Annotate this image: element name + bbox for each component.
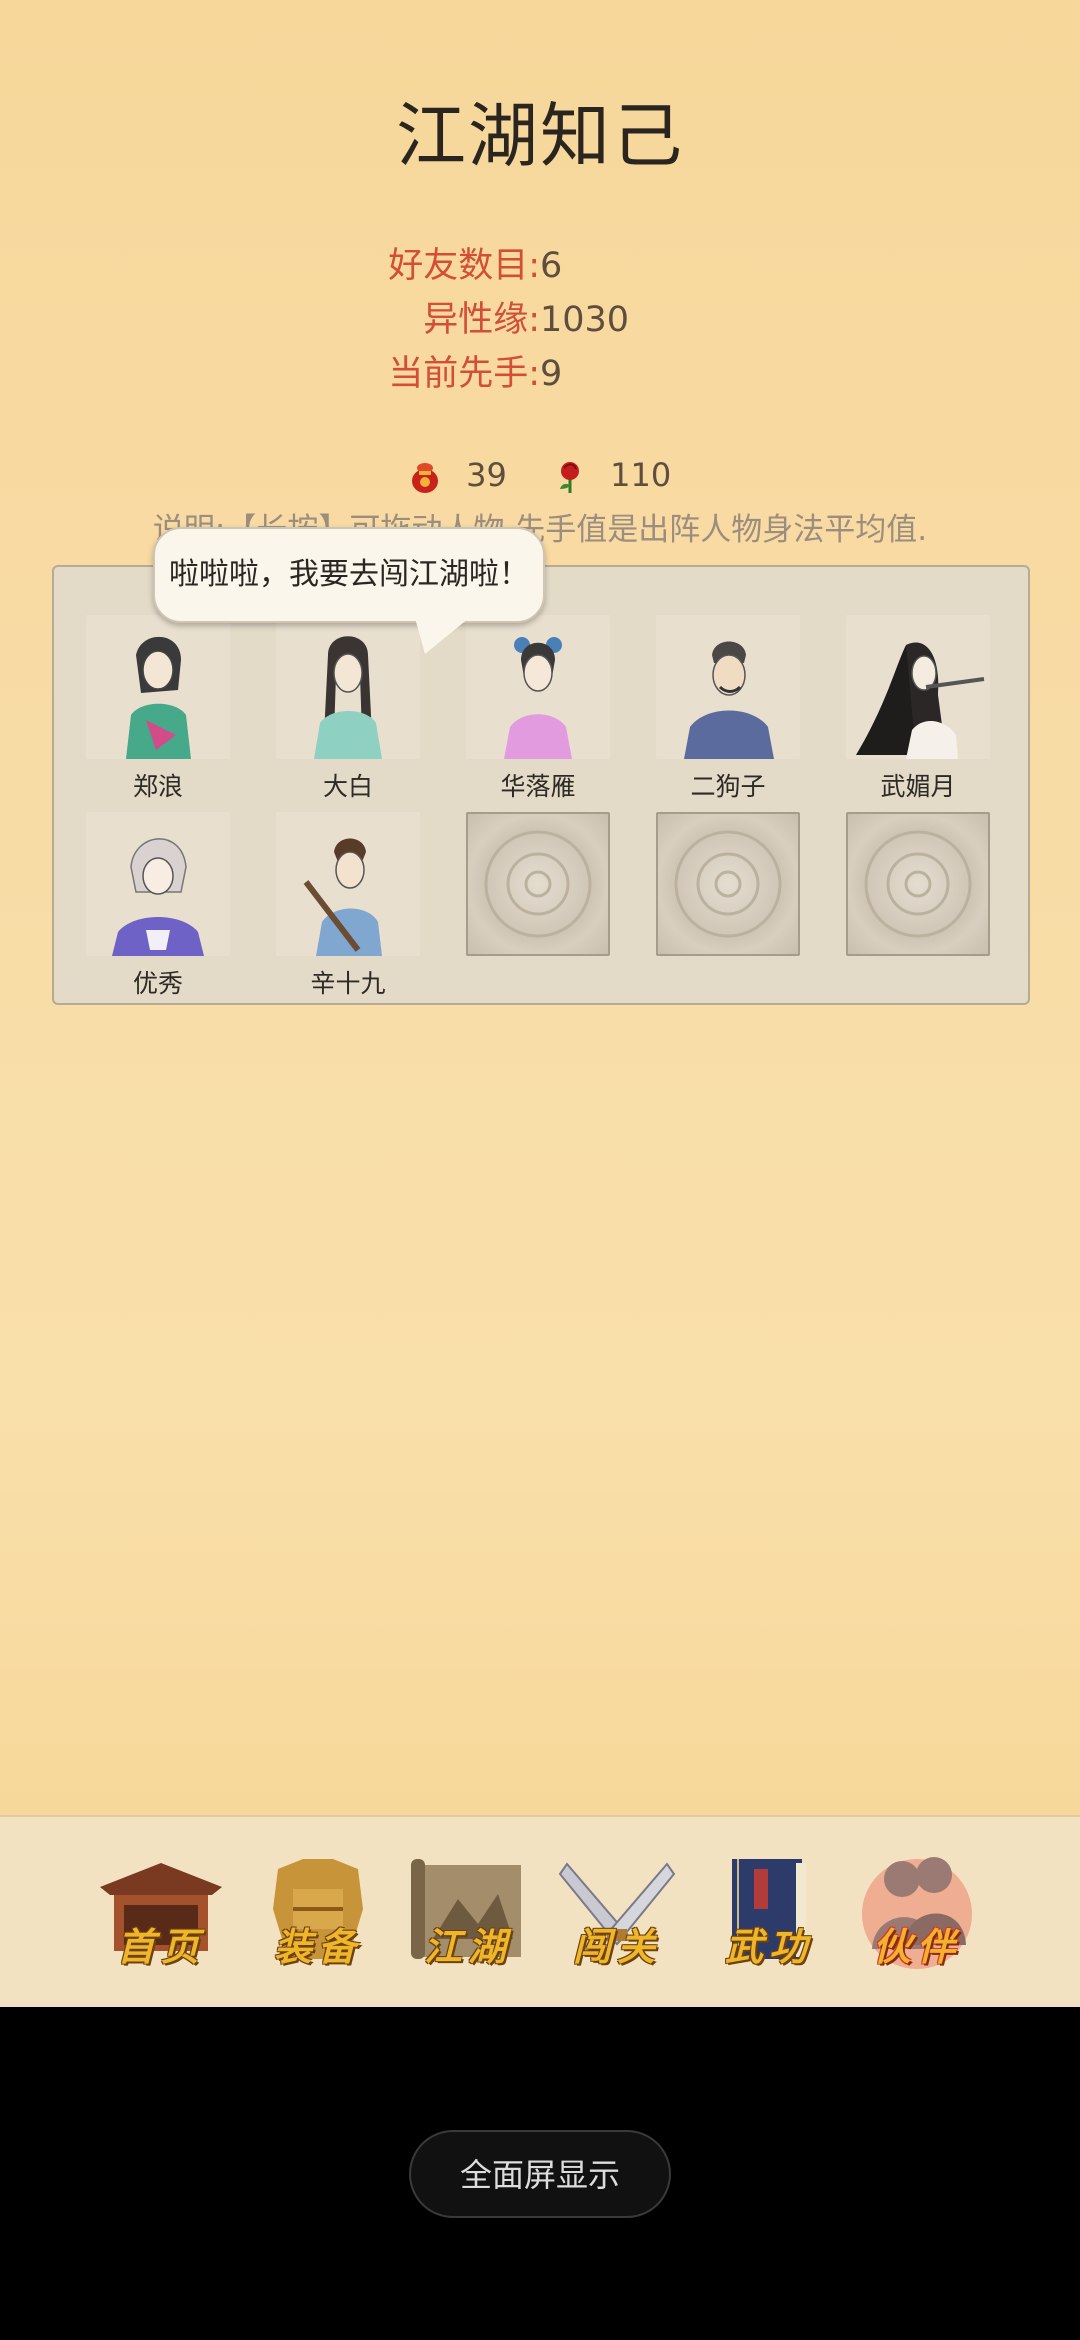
nav-label: 江湖 [423, 1924, 512, 1969]
stat-initiative: 当前先手: 9 [0, 346, 1080, 402]
partner-name: 辛十九 [310, 969, 386, 998]
hualuoyan-portrait [466, 615, 610, 759]
page-title: 江湖知己 [396, 95, 684, 177]
nav-label: 闯关 [572, 1924, 661, 1969]
partner-name: 武媚月 [880, 772, 956, 801]
partner-name: 郑浪 [132, 772, 183, 801]
partner-slot[interactable]: 辛十九 [276, 812, 420, 1000]
fullscreen-button[interactable]: 全面屏显示 [409, 2130, 671, 2218]
resource-pouch: 39 [408, 452, 507, 498]
nav-martial-arts[interactable]: 武功 [704, 1849, 834, 1979]
empty-slot[interactable] [466, 812, 610, 956]
stat-value: 6 [540, 246, 563, 286]
nav-label: 伙伴 [872, 1924, 961, 1969]
rose-icon [560, 462, 579, 493]
partner-slot[interactable]: 华落雁 [466, 615, 610, 803]
nav-challenge[interactable]: 闯关 [552, 1849, 682, 1979]
dabai-portrait [276, 615, 420, 759]
partner-slot[interactable]: 大白 [276, 615, 420, 803]
nav-jianghu[interactable]: 江湖 [403, 1849, 533, 1979]
nav-equipment[interactable]: 装备 [253, 1849, 383, 1979]
stat-label: 异性缘: [423, 300, 540, 340]
stat-value: 9 [540, 354, 563, 394]
stat-value: 1030 [540, 300, 630, 340]
stat-label: 好友数目: [388, 246, 540, 286]
stat-friend-count: 好友数目: 6 [0, 238, 1080, 294]
speech-bubble: 啦啦啦，我要去闯江湖啦！ [153, 527, 545, 623]
zhenglang-portrait [86, 615, 230, 759]
resource-value: 110 [610, 456, 672, 494]
empty-slot-emblem-icon [466, 812, 610, 956]
partner-slot[interactable]: 二狗子 [656, 615, 800, 803]
nav-label: 装备 [273, 1924, 362, 1969]
nav-label: 武功 [724, 1924, 813, 1969]
stat-charm: 异性缘: 1030 [0, 292, 1080, 348]
youxiu-portrait [86, 812, 230, 956]
empty-slot[interactable] [656, 812, 800, 956]
red-pouch-icon [412, 463, 438, 493]
bottom-nav: 首页 装备 江湖 闯关 武功 伙伴 [0, 1815, 1080, 2007]
partner-name: 大白 [322, 772, 373, 801]
partner-name: 优秀 [132, 969, 183, 998]
empty-slot-emblem-icon [846, 812, 990, 956]
app-screen: 江湖知己 好友数目: 6 异性缘: 1030 当前先手: 9 39 110 说明… [0, 0, 1080, 2007]
partner-slot[interactable]: 武媚月 [846, 615, 990, 803]
wumeiyue-portrait [846, 615, 990, 759]
speech-bubble-tail [415, 618, 469, 654]
nav-partners[interactable]: 伙伴 [852, 1849, 982, 1979]
xinshijiu-portrait [276, 812, 420, 956]
resource-rose: 110 [554, 452, 671, 498]
stat-label: 当前先手: [388, 354, 540, 394]
partner-slot[interactable]: 郑浪 [86, 615, 230, 803]
resource-bar: 39 110 [0, 452, 1080, 498]
partner-slot[interactable]: 优秀 [86, 812, 230, 1000]
nav-home[interactable]: 首页 [96, 1849, 226, 1979]
empty-slot-emblem-icon [656, 812, 800, 956]
partner-panel: 郑浪 大白 华落雁 二狗子 武媚月 优秀 辛十九 [52, 565, 1030, 1005]
empty-slot[interactable] [846, 812, 990, 956]
ergouzi-portrait [656, 615, 800, 759]
partner-name: 二狗子 [690, 772, 766, 801]
partner-name: 华落雁 [500, 772, 576, 801]
nav-label: 首页 [116, 1924, 205, 1969]
resource-value: 39 [466, 456, 507, 494]
